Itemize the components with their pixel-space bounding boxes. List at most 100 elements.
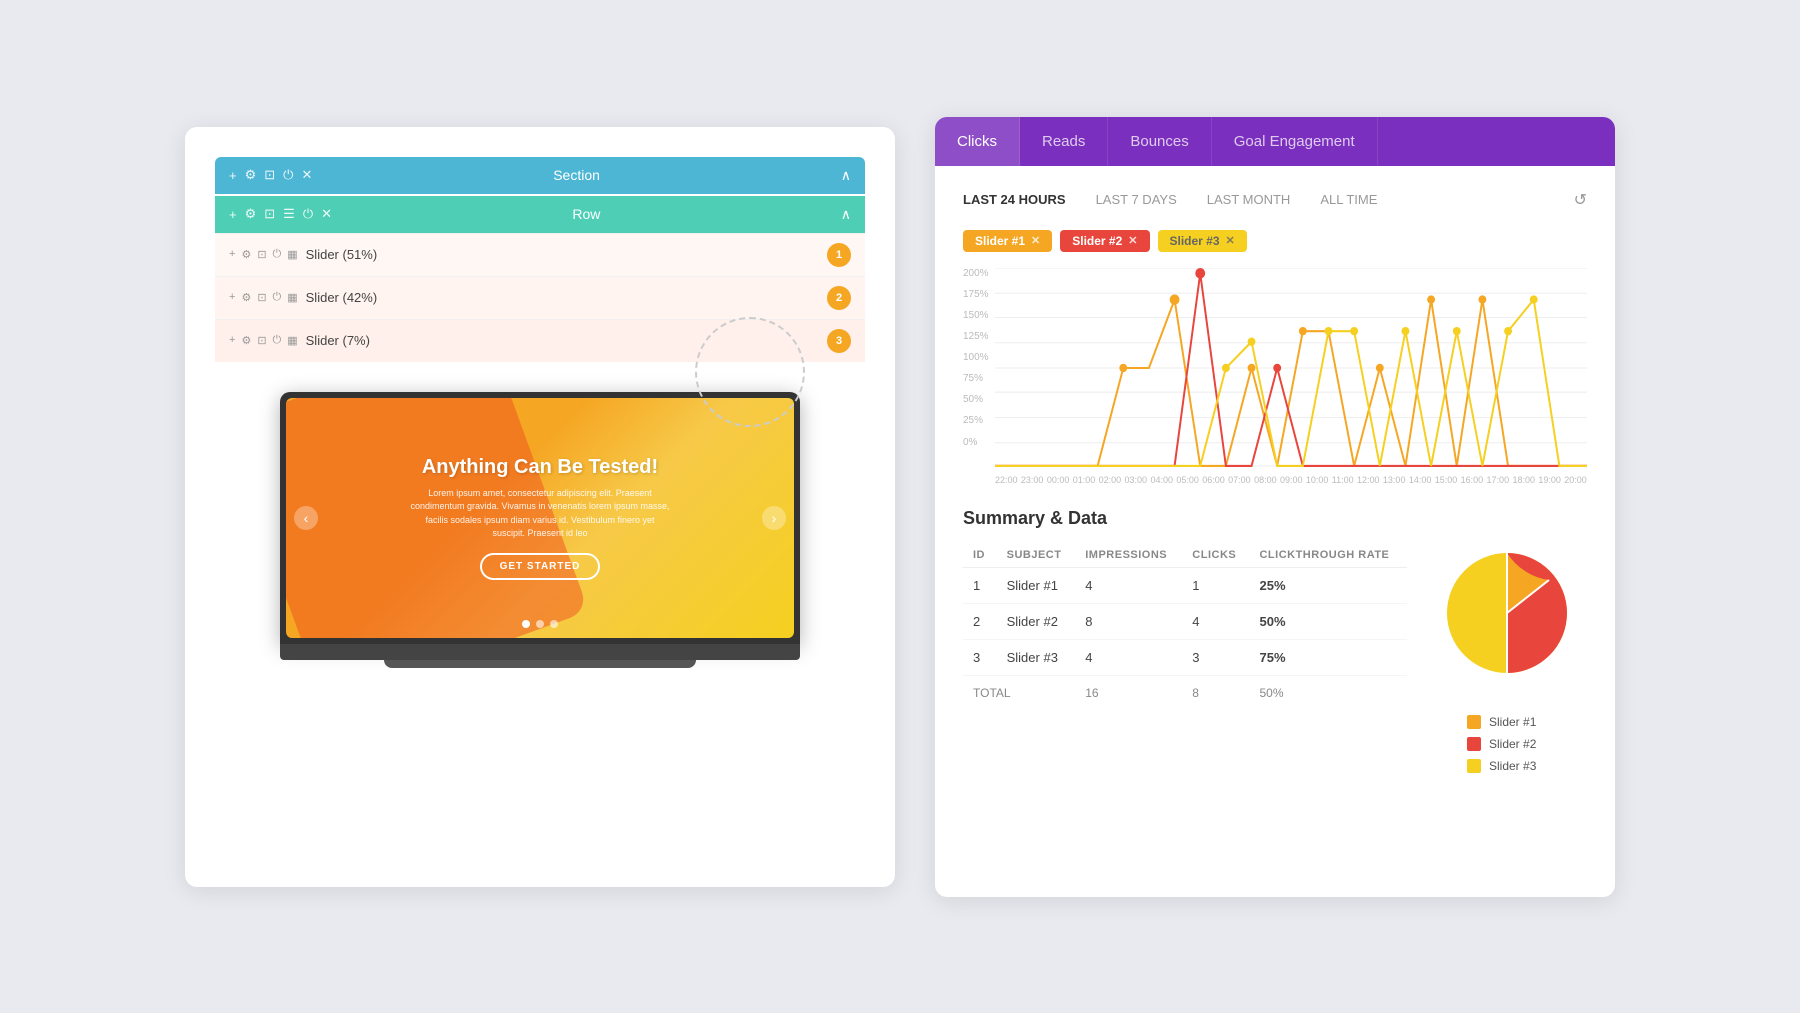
chevron-up-icon[interactable]: ∧: [841, 167, 851, 184]
slider2-label: Slider (42%): [306, 290, 819, 305]
total-row: TOTAL 16 8 50%: [963, 675, 1407, 710]
laptop-screen: ‹ Anything Can Be Tested! Lorem ipsum am…: [280, 392, 800, 644]
laptop-body: Lorem ipsum amet, consectetur adipiscing…: [410, 487, 670, 541]
laptop-preview: ‹ Anything Can Be Tested! Lorem ipsum am…: [215, 392, 865, 660]
dup-icon[interactable]: ⊡: [257, 291, 266, 304]
slider3-num: 3: [827, 329, 851, 353]
gear-icon[interactable]: ⚙: [241, 248, 251, 261]
col-ctr: CLICKTHROUGH RATE: [1249, 543, 1407, 568]
chart-area: 200% 175% 150% 125% 100% 75% 50% 25% 0%: [963, 268, 1587, 488]
dup-icon[interactable]: ⊡: [257, 248, 266, 261]
table-row: 2 Slider #2 8 4 50%: [963, 603, 1407, 639]
delete-icon[interactable]: ✕: [301, 167, 312, 183]
gear-icon[interactable]: ⚙: [241, 291, 251, 304]
section-title: Section: [322, 167, 830, 183]
dashed-circle-decoration: [695, 317, 805, 427]
slider3-icons: + ⚙ ⊡ ⏻ ▦: [229, 334, 298, 347]
filter-month[interactable]: LAST MONTH: [1207, 192, 1291, 207]
data-table: ID SUBJECT IMPRESSIONS CLICKS CLICKTHROU…: [963, 543, 1407, 710]
pie-chart: [1427, 533, 1587, 693]
remove-tag2-icon[interactable]: ✕: [1128, 234, 1137, 247]
slider-item-1: + ⚙ ⊡ ⏻ ▦ Slider (51%) 1: [215, 233, 865, 276]
columns-icon[interactable]: ☰: [283, 206, 295, 222]
chevron-up-icon[interactable]: ∧: [841, 206, 851, 223]
data-table-section: ID SUBJECT IMPRESSIONS CLICKS CLICKTHROU…: [963, 543, 1407, 710]
cell-subject: Slider #2: [997, 603, 1076, 639]
power-icon[interactable]: ⏻: [273, 334, 282, 347]
legend-color-slider1: [1467, 715, 1481, 729]
filter-all-time[interactable]: ALL TIME: [1320, 192, 1377, 207]
add-icon[interactable]: +: [229, 248, 235, 261]
section-bar: + ⚙ ⊡ ⏻ ✕ Section ∧: [215, 157, 865, 194]
dot-2[interactable]: [536, 620, 544, 628]
col-subject: SUBJECT: [997, 543, 1076, 568]
laptop-heading: Anything Can Be Tested!: [410, 456, 670, 479]
pie-legend: Slider #1 Slider #2 Slider #3: [1467, 715, 1587, 773]
y-label-0: 0%: [963, 437, 995, 448]
chart-icon[interactable]: ▦: [287, 334, 297, 347]
power-icon[interactable]: ⏻: [273, 291, 282, 304]
cta-button[interactable]: GET STARTED: [480, 553, 601, 580]
cell-id: 3: [963, 639, 997, 675]
add-icon[interactable]: +: [229, 291, 235, 304]
remove-tag1-icon[interactable]: ✕: [1031, 234, 1040, 247]
table-row: 1 Slider #1 4 1 25%: [963, 567, 1407, 603]
chart-svg: [995, 268, 1587, 468]
dot-3[interactable]: [550, 620, 558, 628]
slider-item-2: + ⚙ ⊡ ⏻ ▦ Slider (42%) 2: [215, 276, 865, 319]
power-icon[interactable]: ⏻: [303, 206, 313, 222]
tab-clicks[interactable]: Clicks: [935, 117, 1020, 166]
tab-bounces[interactable]: Bounces: [1108, 117, 1211, 166]
chart-icon[interactable]: ▦: [287, 248, 297, 261]
add-icon[interactable]: +: [229, 334, 235, 347]
tab-goal-engagement[interactable]: Goal Engagement: [1212, 117, 1378, 166]
tag-slider2[interactable]: Slider #2 ✕: [1060, 230, 1149, 252]
gear-icon[interactable]: ⚙: [245, 206, 257, 222]
slider2-icons: + ⚙ ⊡ ⏻ ▦: [229, 291, 298, 304]
delete-icon[interactable]: ✕: [321, 206, 332, 222]
cell-impressions: 4: [1075, 567, 1182, 603]
row-icons: + ⚙ ⊡ ☰ ⏻ ✕: [229, 206, 332, 222]
remove-tag3-icon[interactable]: ✕: [1226, 234, 1235, 247]
power-icon[interactable]: ⏻: [273, 248, 282, 261]
slider1-label: Slider (51%): [306, 247, 819, 262]
legend-label-slider1: Slider #1: [1489, 715, 1536, 729]
cell-clicks: 4: [1182, 603, 1249, 639]
filter-7d[interactable]: LAST 7 DAYS: [1096, 192, 1177, 207]
dot-1[interactable]: [522, 620, 530, 628]
tag-slider3[interactable]: Slider #3 ✕: [1158, 230, 1247, 252]
cell-clicks: 3: [1182, 639, 1249, 675]
gear-icon[interactable]: ⚙: [241, 334, 251, 347]
next-slide-button[interactable]: ›: [762, 506, 786, 530]
gear-icon[interactable]: ⚙: [245, 167, 257, 183]
tab-reads[interactable]: Reads: [1020, 117, 1108, 166]
cell-subject: Slider #3: [997, 639, 1076, 675]
legend-label-slider2: Slider #2: [1489, 737, 1536, 751]
cell-subject: Slider #1: [997, 567, 1076, 603]
tabs-bar: Clicks Reads Bounces Goal Engagement: [935, 117, 1615, 166]
time-filters: LAST 24 HOURS LAST 7 DAYS LAST MONTH ALL…: [963, 190, 1587, 210]
reset-button[interactable]: ↺: [1574, 190, 1587, 210]
cell-ctr: 75%: [1249, 639, 1407, 675]
chart-y-axis: 200% 175% 150% 125% 100% 75% 50% 25% 0%: [963, 268, 995, 448]
y-label-200: 200%: [963, 268, 995, 279]
add-icon[interactable]: +: [229, 168, 237, 183]
duplicate-icon[interactable]: ⊡: [264, 167, 275, 183]
col-impressions: IMPRESSIONS: [1075, 543, 1182, 568]
chart-x-axis: 22:0023:0000:0001:00 02:0003:0004:0005:0…: [963, 475, 1587, 485]
y-label-50: 50%: [963, 394, 995, 405]
dup-icon[interactable]: ⊡: [257, 334, 266, 347]
tag-slider1[interactable]: Slider #1 ✕: [963, 230, 1052, 252]
total-clicks: 8: [1182, 675, 1249, 710]
chart-icon[interactable]: ▦: [287, 291, 297, 304]
duplicate-icon[interactable]: ⊡: [264, 206, 275, 222]
col-id: ID: [963, 543, 997, 568]
section-icons: + ⚙ ⊡ ⏻ ✕: [229, 167, 312, 183]
add-icon[interactable]: +: [229, 207, 237, 222]
summary-bottom: ID SUBJECT IMPRESSIONS CLICKS CLICKTHROU…: [963, 543, 1587, 773]
row-title: Row: [342, 206, 831, 222]
prev-slide-button[interactable]: ‹: [294, 506, 318, 530]
power-icon[interactable]: ⏻: [283, 167, 293, 183]
row-bar: + ⚙ ⊡ ☰ ⏻ ✕ Row ∧: [215, 196, 865, 233]
filter-24h[interactable]: LAST 24 HOURS: [963, 192, 1066, 207]
